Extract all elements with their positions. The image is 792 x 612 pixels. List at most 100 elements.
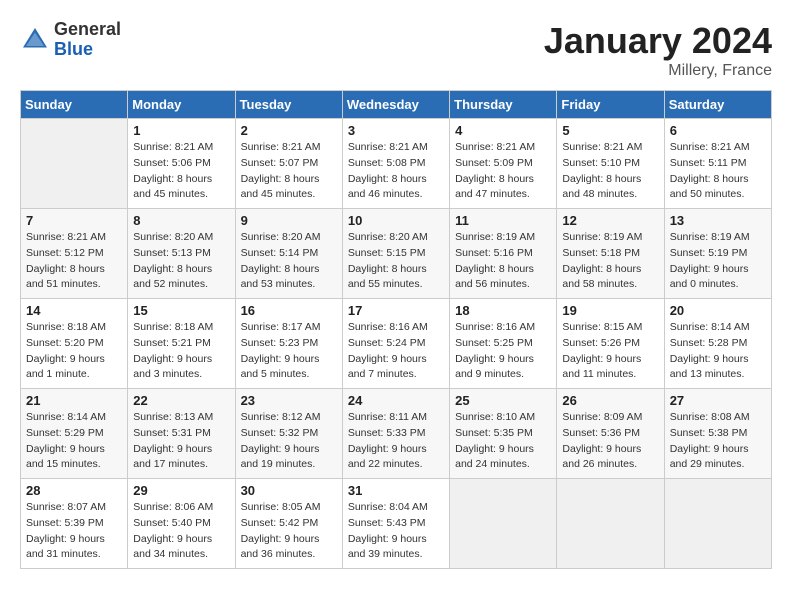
day-detail: Sunrise: 8:14 AMSunset: 5:28 PMDaylight:… xyxy=(670,320,766,383)
day-detail: Sunrise: 8:12 AMSunset: 5:32 PMDaylight:… xyxy=(241,410,337,473)
day-number: 25 xyxy=(455,393,551,408)
day-detail: Sunrise: 8:13 AMSunset: 5:31 PMDaylight:… xyxy=(133,410,229,473)
calendar-cell: 27 Sunrise: 8:08 AMSunset: 5:38 PMDayligh… xyxy=(664,389,771,479)
day-detail: Sunrise: 8:10 AMSunset: 5:35 PMDaylight:… xyxy=(455,410,551,473)
calendar-cell: 7 Sunrise: 8:21 AMSunset: 5:12 PMDaylight… xyxy=(21,209,128,299)
calendar-cell: 16Sunrise: 8:17 AMSunset: 5:23 PMDayligh… xyxy=(235,299,342,389)
calendar-cell: 26 Sunrise: 8:09 AMSunset: 5:36 PMDayligh… xyxy=(557,389,664,479)
logo-text: General Blue xyxy=(54,20,121,60)
month-title: January 2024 xyxy=(544,20,772,62)
day-detail: Sunrise: 8:18 AMSunset: 5:21 PMDaylight:… xyxy=(133,320,229,383)
week-row-1: 1Sunrise: 8:21 AMSunset: 5:06 PMDaylight… xyxy=(21,119,772,209)
calendar-cell: 14Sunrise: 8:18 AMSunset: 5:20 PMDayligh… xyxy=(21,299,128,389)
day-detail: Sunrise: 8:19 AMSunset: 5:16 PMDaylight:… xyxy=(455,230,551,293)
day-number: 22 xyxy=(133,393,229,408)
logo: General Blue xyxy=(20,20,121,60)
col-header-friday: Friday xyxy=(557,91,664,119)
day-number: 13 xyxy=(670,213,766,228)
col-header-wednesday: Wednesday xyxy=(342,91,449,119)
day-number: 12 xyxy=(562,213,658,228)
calendar-cell: 4 Sunrise: 8:21 AMSunset: 5:09 PMDaylight… xyxy=(450,119,557,209)
calendar-header-row: SundayMondayTuesdayWednesdayThursdayFrid… xyxy=(21,91,772,119)
day-detail: Sunrise: 8:09 AMSunset: 5:36 PMDaylight:… xyxy=(562,410,658,473)
logo-icon xyxy=(20,25,50,55)
calendar-cell: 5 Sunrise: 8:21 AMSunset: 5:10 PMDaylight… xyxy=(557,119,664,209)
calendar-cell: 23 Sunrise: 8:12 AMSunset: 5:32 PMDayligh… xyxy=(235,389,342,479)
calendar-cell xyxy=(21,119,128,209)
col-header-monday: Monday xyxy=(128,91,235,119)
calendar-cell: 24 Sunrise: 8:11 AMSunset: 5:33 PMDayligh… xyxy=(342,389,449,479)
calendar-cell: 12 Sunrise: 8:19 AMSunset: 5:18 PMDayligh… xyxy=(557,209,664,299)
day-detail: Sunrise: 8:20 AMSunset: 5:13 PMDaylight:… xyxy=(133,230,229,293)
day-number: 30 xyxy=(241,483,337,498)
calendar-cell: 25 Sunrise: 8:10 AMSunset: 5:35 PMDayligh… xyxy=(450,389,557,479)
calendar-cell: 11Sunrise: 8:19 AMSunset: 5:16 PMDayligh… xyxy=(450,209,557,299)
day-number: 21 xyxy=(26,393,122,408)
day-number: 1 xyxy=(133,123,229,138)
day-number: 15 xyxy=(133,303,229,318)
day-detail: Sunrise: 8:19 AMSunset: 5:19 PMDaylight:… xyxy=(670,230,766,293)
day-detail: Sunrise: 8:14 AMSunset: 5:29 PMDaylight:… xyxy=(26,410,122,473)
day-number: 28 xyxy=(26,483,122,498)
day-number: 23 xyxy=(241,393,337,408)
col-header-thursday: Thursday xyxy=(450,91,557,119)
day-detail: Sunrise: 8:15 AMSunset: 5:26 PMDaylight:… xyxy=(562,320,658,383)
day-number: 9 xyxy=(241,213,337,228)
day-detail: Sunrise: 8:20 AMSunset: 5:15 PMDaylight:… xyxy=(348,230,444,293)
calendar-cell: 18 Sunrise: 8:16 AMSunset: 5:25 PMDayligh… xyxy=(450,299,557,389)
day-detail: Sunrise: 8:16 AMSunset: 5:24 PMDaylight:… xyxy=(348,320,444,383)
day-detail: Sunrise: 8:05 AMSunset: 5:42 PMDaylight:… xyxy=(241,500,337,563)
day-number: 5 xyxy=(562,123,658,138)
calendar-cell xyxy=(664,479,771,569)
calendar-cell: 28Sunrise: 8:07 AMSunset: 5:39 PMDayligh… xyxy=(21,479,128,569)
day-number: 4 xyxy=(455,123,551,138)
week-row-3: 14Sunrise: 8:18 AMSunset: 5:20 PMDayligh… xyxy=(21,299,772,389)
day-number: 26 xyxy=(562,393,658,408)
day-detail: Sunrise: 8:20 AMSunset: 5:14 PMDaylight:… xyxy=(241,230,337,293)
calendar-cell: 31Sunrise: 8:04 AMSunset: 5:43 PMDayligh… xyxy=(342,479,449,569)
week-row-5: 28Sunrise: 8:07 AMSunset: 5:39 PMDayligh… xyxy=(21,479,772,569)
day-number: 8 xyxy=(133,213,229,228)
day-detail: Sunrise: 8:11 AMSunset: 5:33 PMDaylight:… xyxy=(348,410,444,473)
location: Millery, France xyxy=(544,62,772,80)
calendar-cell: 30 Sunrise: 8:05 AMSunset: 5:42 PMDayligh… xyxy=(235,479,342,569)
week-row-4: 21 Sunrise: 8:14 AMSunset: 5:29 PMDayligh… xyxy=(21,389,772,479)
calendar-table: SundayMondayTuesdayWednesdayThursdayFrid… xyxy=(20,90,772,569)
calendar-cell: 13 Sunrise: 8:19 AMSunset: 5:19 PMDayligh… xyxy=(664,209,771,299)
day-detail: Sunrise: 8:19 AMSunset: 5:18 PMDaylight:… xyxy=(562,230,658,293)
day-detail: Sunrise: 8:21 AMSunset: 5:10 PMDaylight:… xyxy=(562,140,658,203)
calendar-cell: 2Sunrise: 8:21 AMSunset: 5:07 PMDaylight… xyxy=(235,119,342,209)
calendar-cell: 22 Sunrise: 8:13 AMSunset: 5:31 PMDayligh… xyxy=(128,389,235,479)
calendar-cell: 3 Sunrise: 8:21 AMSunset: 5:08 PMDaylight… xyxy=(342,119,449,209)
day-number: 24 xyxy=(348,393,444,408)
day-number: 18 xyxy=(455,303,551,318)
day-number: 3 xyxy=(348,123,444,138)
day-number: 20 xyxy=(670,303,766,318)
calendar-cell: 29Sunrise: 8:06 AMSunset: 5:40 PMDayligh… xyxy=(128,479,235,569)
day-number: 10 xyxy=(348,213,444,228)
calendar-cell: 8 Sunrise: 8:20 AMSunset: 5:13 PMDaylight… xyxy=(128,209,235,299)
page-header: General Blue January 2024 Millery, Franc… xyxy=(20,20,772,80)
day-detail: Sunrise: 8:16 AMSunset: 5:25 PMDaylight:… xyxy=(455,320,551,383)
calendar-cell: 6Sunrise: 8:21 AMSunset: 5:11 PMDaylight… xyxy=(664,119,771,209)
col-header-tuesday: Tuesday xyxy=(235,91,342,119)
day-detail: Sunrise: 8:21 AMSunset: 5:09 PMDaylight:… xyxy=(455,140,551,203)
day-detail: Sunrise: 8:21 AMSunset: 5:11 PMDaylight:… xyxy=(670,140,766,203)
day-number: 27 xyxy=(670,393,766,408)
day-number: 7 xyxy=(26,213,122,228)
title-block: January 2024 Millery, France xyxy=(544,20,772,80)
calendar-cell xyxy=(450,479,557,569)
calendar-cell: 9 Sunrise: 8:20 AMSunset: 5:14 PMDaylight… xyxy=(235,209,342,299)
col-header-saturday: Saturday xyxy=(664,91,771,119)
day-detail: Sunrise: 8:06 AMSunset: 5:40 PMDaylight:… xyxy=(133,500,229,563)
calendar-cell: 1Sunrise: 8:21 AMSunset: 5:06 PMDaylight… xyxy=(128,119,235,209)
day-detail: Sunrise: 8:08 AMSunset: 5:38 PMDaylight:… xyxy=(670,410,766,473)
day-number: 17 xyxy=(348,303,444,318)
day-detail: Sunrise: 8:21 AMSunset: 5:12 PMDaylight:… xyxy=(26,230,122,293)
day-detail: Sunrise: 8:21 AMSunset: 5:08 PMDaylight:… xyxy=(348,140,444,203)
logo-blue: Blue xyxy=(54,40,121,60)
day-detail: Sunrise: 8:21 AMSunset: 5:07 PMDaylight:… xyxy=(241,140,337,203)
day-number: 31 xyxy=(348,483,444,498)
day-number: 14 xyxy=(26,303,122,318)
calendar-cell: 21 Sunrise: 8:14 AMSunset: 5:29 PMDayligh… xyxy=(21,389,128,479)
